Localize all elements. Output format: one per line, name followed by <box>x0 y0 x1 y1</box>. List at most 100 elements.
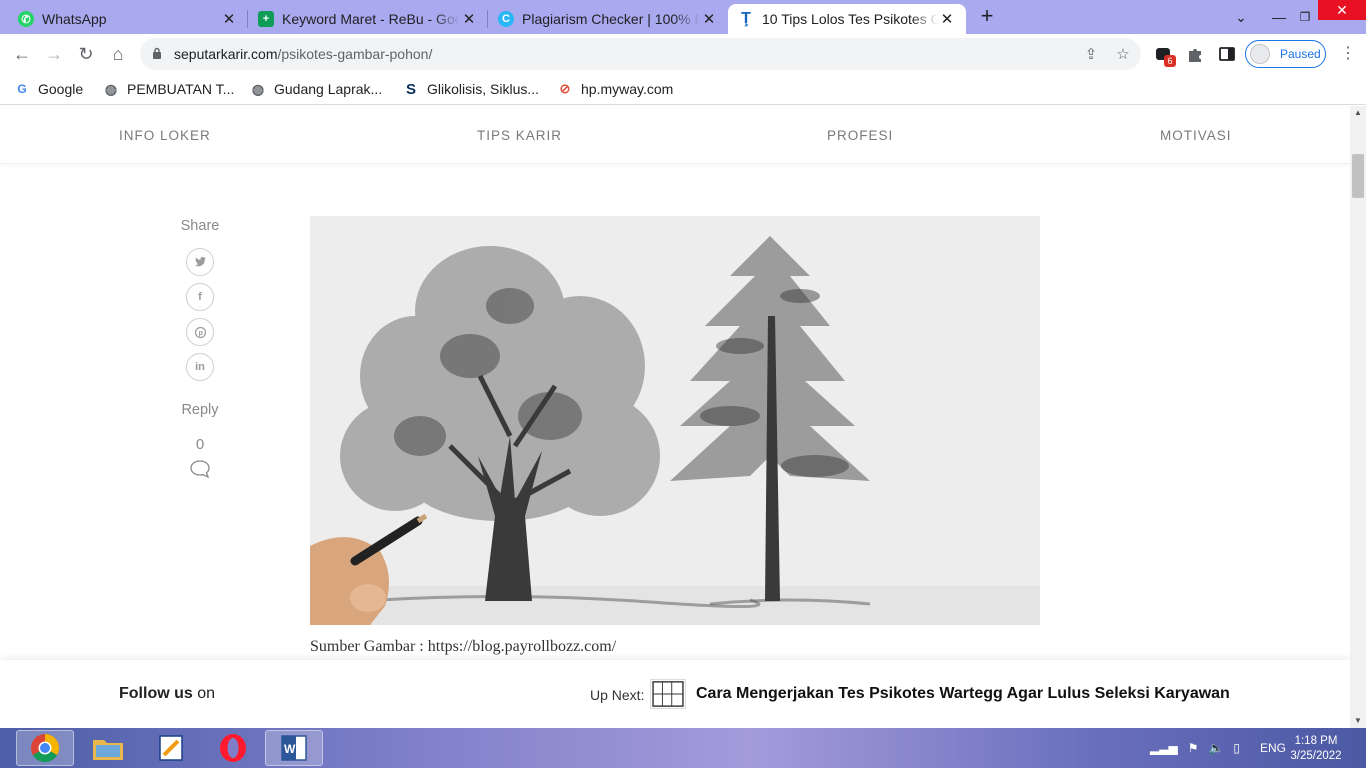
avatar <box>1250 44 1270 64</box>
back-button[interactable]: ← <box>10 42 34 66</box>
profile-paused-button[interactable]: Paused <box>1245 40 1326 68</box>
twitter-share-icon[interactable] <box>186 248 214 276</box>
svg-text:W: W <box>284 742 296 756</box>
follow-us-text: Follow us on <box>119 685 215 703</box>
seputarkarir-icon: Ţ <box>741 10 751 27</box>
system-tray: ▂▃▅ ⚑ 🔈 ▯ ENG <box>1150 728 1286 768</box>
volume-icon[interactable]: 🔈 <box>1208 741 1223 755</box>
sticky-footer-bar: Follow us on Up Next: Cara Mengerjakan T… <box>0 660 1350 728</box>
bookmark-gudang-laprak[interactable]: ◍ Gudang Laprak... <box>250 79 382 99</box>
globe-icon: ◍ <box>104 80 118 97</box>
taskbar-explorer[interactable] <box>79 730 137 766</box>
opera-icon <box>220 734 246 762</box>
tab-title: Plagiarism Checker | 100% Free <box>522 11 700 27</box>
bookmarks-bar: G Google ◍ PEMBUATAN T... ◍ Gudang Lapra… <box>0 74 1366 105</box>
nav-motivasi[interactable]: MOTIVASI <box>1160 128 1232 143</box>
web-page: INFO LOKER TIPS KARIR PROFESI MOTIVASI S… <box>0 106 1350 728</box>
battery-icon[interactable]: ▯ <box>1233 741 1240 755</box>
nav-profesi[interactable]: PROFESI <box>827 128 893 143</box>
more-menu-icon[interactable]: ⋮ <box>1340 44 1356 64</box>
reply-count: 0 <box>195 436 205 453</box>
globe-icon: ◍ <box>251 80 265 97</box>
restore-button[interactable]: ❐ <box>1292 0 1318 34</box>
clock-time: 1:18 PM <box>1294 735 1338 747</box>
linkedin-share-icon[interactable]: in <box>186 353 214 381</box>
taskbar-opera[interactable] <box>204 730 262 766</box>
flag-icon[interactable]: ⚑ <box>1188 741 1199 755</box>
nav-tips-karir[interactable]: TIPS KARIR <box>477 128 562 143</box>
drawing-app-icon <box>159 735 183 761</box>
page-scrollbar[interactable]: ▲ ▼ <box>1350 106 1366 728</box>
close-icon[interactable]: ✕ <box>220 10 238 28</box>
image-caption: Sumber Gambar : https://blog.payrollbozz… <box>310 638 617 655</box>
pinterest-share-icon[interactable]: p <box>186 318 214 346</box>
extension-badge: 6 <box>1164 55 1176 67</box>
close-icon[interactable]: ✕ <box>938 10 956 28</box>
close-icon[interactable]: ✕ <box>700 10 718 28</box>
tab-keyword-sheets[interactable]: + Keyword Maret - ReBu - Google Sheets ✕ <box>248 4 488 34</box>
clock[interactable]: 1:18 PM 3/25/2022 <box>1286 734 1346 764</box>
bookmark-label: Glikolisis, Siklus... <box>427 81 540 97</box>
tab-whatsapp[interactable]: ✆ WhatsApp ✕ <box>8 4 248 34</box>
tab-plagiarism-checker[interactable]: C Plagiarism Checker | 100% Free ✕ <box>488 4 728 34</box>
up-next-article-link[interactable]: Cara Mengerjakan Tes Psikotes Wartegg Ag… <box>696 685 1230 703</box>
language-indicator[interactable]: ENG <box>1260 741 1286 755</box>
taskbar-app[interactable] <box>142 730 200 766</box>
share-page-icon[interactable]: ⇪ <box>1082 46 1100 64</box>
lock-icon <box>153 47 161 59</box>
minimize-button[interactable]: — <box>1266 0 1292 34</box>
follow-us-label: Follow us <box>119 685 193 702</box>
share-label: Share <box>180 218 220 234</box>
facebook-share-icon[interactable]: f <box>186 283 214 311</box>
site-navigation: INFO LOKER TIPS KARIR PROFESI MOTIVASI <box>0 106 1350 164</box>
share-sidebar: Share f p in Reply 0 <box>170 218 230 484</box>
scroll-up-arrow-icon[interactable]: ▲ <box>1350 106 1366 120</box>
side-panel-icon[interactable] <box>1218 45 1236 63</box>
url-host: seputarkarir.com <box>174 46 278 62</box>
bookmark-label: hp.myway.com <box>581 81 674 97</box>
s-logo-icon: S <box>405 80 416 98</box>
svg-text:p: p <box>198 330 202 337</box>
nav-info-loker[interactable]: INFO LOKER <box>119 128 211 143</box>
clock-date: 3/25/2022 <box>1290 750 1342 762</box>
comment-bubble-icon[interactable] <box>189 459 211 479</box>
new-tab-button[interactable]: + <box>976 5 998 28</box>
close-window-button[interactable]: ✕ <box>1318 0 1366 20</box>
windows-taskbar: W ▂▃▅ ⚑ 🔈 ▯ ENG 1:18 PM 3/25/2022 <box>0 728 1366 768</box>
plagiarism-icon: C <box>498 11 514 27</box>
bookmark-label: Gudang Laprak... <box>274 81 383 97</box>
chrome-icon <box>31 734 59 762</box>
scroll-down-arrow-icon[interactable]: ▼ <box>1350 714 1366 728</box>
close-icon[interactable]: ✕ <box>460 10 478 28</box>
sheets-icon: + <box>258 11 274 27</box>
address-bar[interactable]: seputarkarir.com/psikotes-gambar-pohon/ … <box>140 38 1141 70</box>
bookmark-pembuatan[interactable]: ◍ PEMBUATAN T... <box>103 79 234 99</box>
tab-psikotes-active[interactable]: Ţ 10 Tips Lolos Tes Psikotes Gambar Poho… <box>728 4 966 34</box>
tab-title: WhatsApp <box>42 11 107 27</box>
scrollbar-thumb[interactable] <box>1352 154 1364 198</box>
bookmark-myway[interactable]: ⊘ hp.myway.com <box>557 79 674 99</box>
folder-icon <box>93 740 123 760</box>
up-next-thumbnail[interactable] <box>650 679 686 709</box>
word-icon: W <box>281 735 307 761</box>
bookmark-glikolisis[interactable]: S Glikolisis, Siklus... <box>403 79 539 99</box>
reload-button[interactable]: ↻ <box>74 42 98 66</box>
bookmark-star-icon[interactable]: ☆ <box>1114 46 1132 64</box>
up-next-label: Up Next: <box>590 687 645 703</box>
follow-on-label: on <box>197 685 216 702</box>
tab-strip: ✆ WhatsApp ✕ + Keyword Maret - ReBu - Go… <box>0 0 1366 34</box>
tab-search-chevron-icon[interactable]: ⌄ <box>1228 0 1254 34</box>
taskbar-word[interactable]: W <box>265 730 323 766</box>
signal-icon[interactable]: ▂▃▅ <box>1150 741 1178 755</box>
bookmark-label: PEMBUATAN T... <box>127 81 235 97</box>
taskbar-chrome[interactable] <box>16 730 74 766</box>
reply-label[interactable]: Reply <box>170 402 230 418</box>
tab-title: Keyword Maret - ReBu - Google Sheets <box>282 11 460 27</box>
myway-icon: ⊘ <box>559 81 571 96</box>
puzzle-extensions-icon[interactable] <box>1186 45 1204 63</box>
forward-button[interactable]: → <box>42 42 66 66</box>
home-button[interactable]: ⌂ <box>106 42 130 66</box>
browser-toolbar: ← → ↻ ⌂ seputarkarir.com/psikotes-gambar… <box>0 34 1366 74</box>
bookmark-google[interactable]: G Google <box>14 79 83 99</box>
google-icon: G <box>17 82 27 96</box>
